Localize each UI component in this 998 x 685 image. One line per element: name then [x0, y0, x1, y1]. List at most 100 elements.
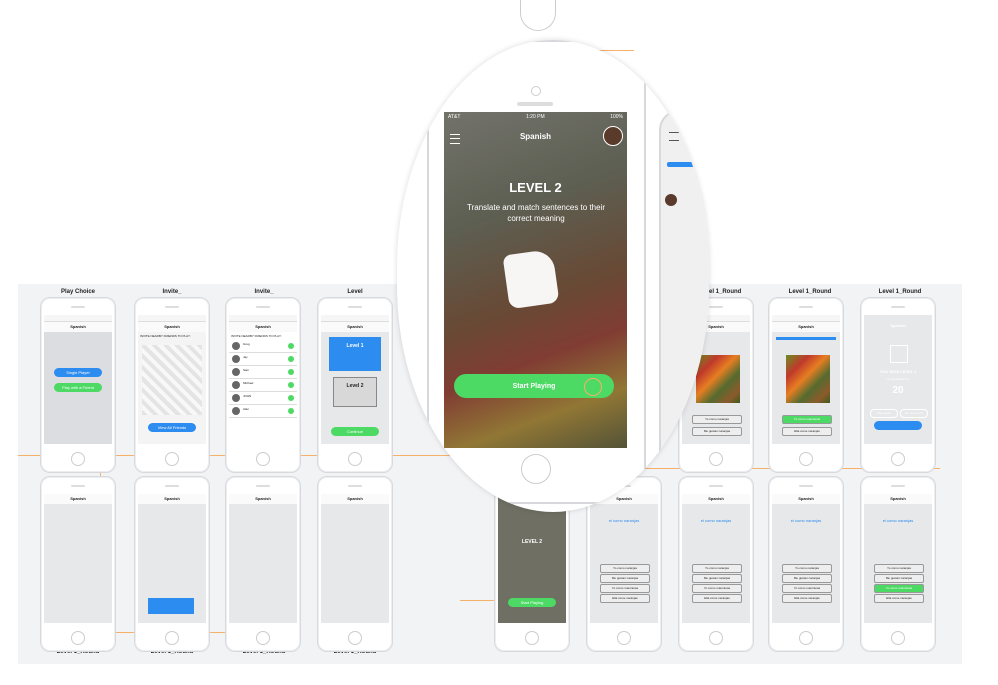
invite-icon[interactable] — [288, 356, 294, 362]
sentence-prompt: el como naranjas — [790, 518, 822, 523]
phone-round-produce[interactable]: Spanish — [225, 476, 301, 652]
answer-option[interactable]: Yo como manzanas — [782, 584, 832, 593]
go-to-level2-button[interactable]: Go to Level 2 — [900, 409, 928, 418]
share-button[interactable] — [874, 421, 922, 430]
screen: Spanish el como naranjas Yo como naranja… — [590, 494, 658, 623]
answer-option[interactable]: Yo como manzanas — [874, 584, 924, 593]
phone-round-produce[interactable]: Spanish — [40, 476, 116, 652]
screen: Spanish Yo como manzanas Ella come naran… — [772, 315, 840, 444]
friend-row[interactable]: Jay — [229, 353, 297, 366]
speaker — [348, 306, 362, 308]
screen: LEVEL 2 Start Playing — [498, 494, 566, 623]
view-all-friends-button[interactable]: View All Friends — [148, 423, 196, 432]
win-score: 20 — [892, 385, 904, 396]
home-button[interactable] — [256, 452, 270, 466]
home-button[interactable] — [521, 454, 551, 484]
phone-sentence-match[interactable]: Spanish el como naranjas Yo como naranja… — [860, 476, 936, 652]
level-2-card[interactable]: Level 2 — [333, 377, 377, 407]
invite-icon[interactable] — [288, 382, 294, 388]
play-with-friend-button[interactable]: Play with a Friend — [54, 383, 102, 392]
friend-row[interactable]: Michael — [229, 379, 297, 392]
level-1-card[interactable]: Level 1 — [329, 337, 381, 371]
home-button[interactable] — [799, 631, 813, 645]
answer-option[interactable]: Ella come naranjas — [600, 594, 650, 603]
hamburger-menu-icon[interactable] — [669, 132, 679, 141]
answer-option[interactable]: Yo como naranjas — [782, 564, 832, 573]
phone-round-produce[interactable]: Spanish — [317, 476, 393, 652]
invite-icon[interactable] — [288, 343, 294, 349]
home-button[interactable] — [799, 452, 813, 466]
screen: Spanish Single Player Play with a Friend — [44, 315, 112, 444]
header-title: Spanish — [44, 494, 112, 504]
start-playing-button[interactable]: Start Playing — [508, 598, 556, 607]
invite-icon[interactable] — [288, 408, 294, 414]
home-button[interactable] — [525, 631, 539, 645]
answer-option[interactable]: Ella come naranjas — [782, 594, 832, 603]
continue-button[interactable]: Continue — [331, 427, 379, 436]
single-player-button[interactable]: Single Player — [54, 368, 102, 377]
caption-invite-2: Invite_ — [254, 289, 274, 295]
play-again-button[interactable]: Play again — [870, 409, 898, 418]
answer-option[interactable]: Yo como manzanas — [600, 584, 650, 593]
camera-icon — [531, 86, 541, 96]
answer-option[interactable]: Ella come naranjas — [782, 427, 832, 436]
header-title: Spanish — [864, 494, 932, 504]
answer-option[interactable]: Yo como manzanas — [692, 584, 742, 593]
phone-invite-list[interactable]: Spanish INVITE NEARBY FRIENDS TO PLAY: G… — [225, 297, 301, 473]
phone-round-produce[interactable]: Spanish — [134, 476, 210, 652]
home-button[interactable] — [891, 631, 905, 645]
answer-option[interactable]: Yo como naranjas — [600, 564, 650, 573]
level-2-title: Level 2 — [346, 383, 364, 389]
screen: Spanish — [138, 494, 206, 623]
screen: Spanish INVITE NEARBY FRIENDS TO PLAY: G… — [229, 315, 297, 444]
phone-round-cards[interactable]: Spanish Yo como manzanas Ella come naran… — [768, 297, 844, 473]
map-view[interactable] — [142, 345, 202, 415]
answer-option[interactable]: Me gustan naranjas — [600, 574, 650, 583]
answer-option[interactable]: Yo como naranjas — [874, 564, 924, 573]
home-button[interactable] — [71, 631, 85, 645]
answer-option[interactable]: Ella come naranjas — [692, 594, 742, 603]
phone-level-select[interactable]: Spanish Level 1 Level 2 Continue — [317, 297, 393, 473]
avatar — [232, 394, 240, 402]
phone-win-screen[interactable]: Spanish YOU WON LEVEL 1 Congratulations!… — [860, 297, 936, 473]
answer-option[interactable]: Me gustan naranjas — [874, 574, 924, 583]
home-button[interactable] — [165, 452, 179, 466]
home-button[interactable] — [348, 631, 362, 645]
phone-sentence-match[interactable]: Spanish el como naranjas Yo como naranja… — [768, 476, 844, 652]
home-button[interactable] — [617, 631, 631, 645]
win-title: YOU WON LEVEL 1 — [879, 369, 917, 374]
answer-option[interactable]: Me gustan naranjas — [782, 574, 832, 583]
header-title: Spanish — [890, 323, 906, 328]
avatar — [232, 368, 240, 376]
phone-play-choice[interactable]: Spanish Single Player Play with a Friend — [40, 297, 116, 473]
home-button[interactable] — [891, 452, 905, 466]
speaker — [891, 485, 905, 487]
answer-option[interactable]: Yo como manzanas — [782, 415, 832, 424]
header-title: Spanish — [229, 494, 297, 504]
image-grid[interactable] — [786, 355, 830, 403]
invite-icon[interactable] — [288, 369, 294, 375]
home-button[interactable] — [71, 452, 85, 466]
home-button[interactable] — [709, 631, 723, 645]
sentence-prompt: el como naranjas — [608, 518, 640, 523]
answer-option[interactable]: Me gustan naranjas — [692, 574, 742, 583]
home-button[interactable] — [348, 452, 362, 466]
friend-row[interactable]: Alan — [229, 405, 297, 418]
speaker — [71, 306, 85, 308]
level-1-title: Level 1 — [346, 343, 364, 349]
screen: Spanish el como naranjas Yo como naranja… — [772, 494, 840, 623]
header-title[interactable]: Spanish — [444, 132, 627, 141]
friend-row[interactable]: Greg — [229, 340, 297, 353]
answer-option[interactable]: Yo como naranjas — [692, 564, 742, 573]
caption-invite-1: Invite_ — [162, 289, 182, 295]
phone-invite-map[interactable]: Spanish INVITE NEARBY FRIENDS TO PLAY: V… — [134, 297, 210, 473]
avatar[interactable] — [603, 126, 623, 146]
friend-row[interactable]: JOHN — [229, 392, 297, 405]
invite-icon[interactable] — [288, 395, 294, 401]
carrier-label: AT&T — [448, 114, 461, 120]
home-button[interactable] — [709, 452, 723, 466]
home-button[interactable] — [256, 631, 270, 645]
friend-row[interactable]: Sam — [229, 366, 297, 379]
answer-option[interactable]: Ella come naranjas — [874, 594, 924, 603]
home-button[interactable] — [165, 631, 179, 645]
